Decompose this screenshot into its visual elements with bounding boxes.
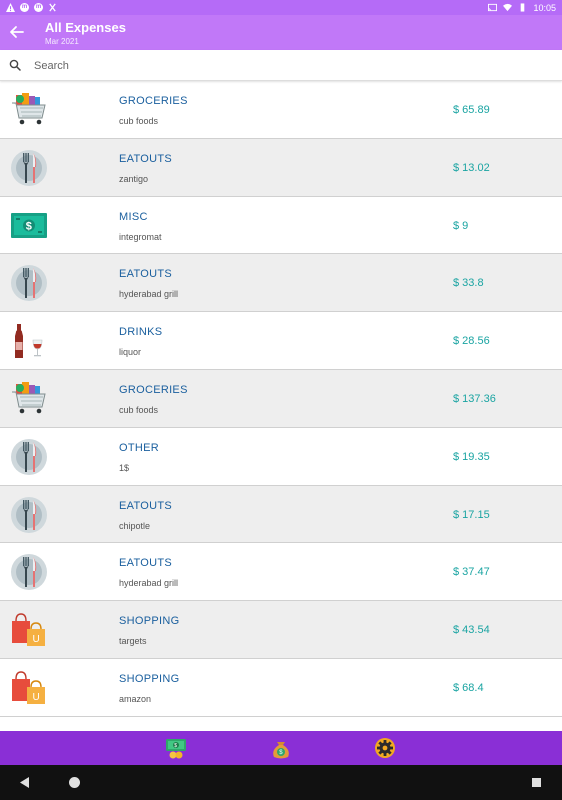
expense-amount: $ 43.54 xyxy=(453,624,490,637)
shopping-bags-icon: U xyxy=(10,611,48,649)
expense-row[interactable]: EATOUTS zantigo $ 13.02 xyxy=(0,138,562,197)
expense-row[interactable]: U SHOPPING targets $ 43.54 xyxy=(0,601,562,659)
expense-description: chipotle xyxy=(119,520,151,531)
m-icon: m xyxy=(20,3,29,12)
m-icon: m xyxy=(34,3,43,12)
expense-row[interactable]: EATOUTS hyderabad grill $ 37.47 xyxy=(0,543,562,602)
expense-amount: $ 9 xyxy=(453,219,469,232)
expense-description: amazon xyxy=(119,693,152,704)
search-bar xyxy=(0,50,562,81)
page-title: All Expenses xyxy=(45,20,126,35)
expense-description: hyderabad grill xyxy=(119,578,179,589)
recents-square-icon[interactable] xyxy=(531,777,542,788)
expense-category: SHOPPING xyxy=(119,672,180,685)
expense-description: zantigo xyxy=(119,173,149,184)
expense-row[interactable]: EATOUTS chipotle $ 17.15 xyxy=(0,485,562,544)
warning-icon xyxy=(6,3,15,12)
wifi-icon xyxy=(503,3,513,12)
expense-description: targets xyxy=(119,636,147,647)
back-triangle-icon[interactable] xyxy=(18,776,31,789)
expense-category: GROCERIES xyxy=(119,95,188,107)
expense-category: MISC xyxy=(119,210,148,223)
cast-icon xyxy=(488,3,498,12)
expenses-nav-icon[interactable]: $ xyxy=(163,735,189,761)
battery-icon xyxy=(521,3,525,12)
expense-category: GROCERIES xyxy=(119,383,188,396)
expense-amount: $ 28.56 xyxy=(453,335,490,348)
app-bar: All Expenses Mar 2021 xyxy=(0,15,562,50)
svg-text:U: U xyxy=(33,634,40,645)
grocery-cart-icon xyxy=(10,380,48,418)
expense-description: integromat xyxy=(119,231,162,242)
fork-knife-icon xyxy=(10,438,48,476)
expense-category: DRINKS xyxy=(119,326,163,339)
expense-row[interactable]: $ MISC integromat $ 9 xyxy=(0,197,562,255)
shopping-bags-icon: U xyxy=(10,669,48,707)
expense-row[interactable]: U SHOPPING amazon $ 68.4 xyxy=(0,659,562,717)
expense-amount: $ 19.35 xyxy=(453,450,490,463)
fork-knife-icon xyxy=(10,264,48,302)
expense-category: EATOUTS xyxy=(119,499,173,512)
expense-description: hyderabad grill xyxy=(119,289,179,300)
expense-category: EATOUTS xyxy=(119,557,173,570)
expense-category: EATOUTS xyxy=(119,152,173,165)
fork-knife-icon xyxy=(10,553,48,591)
expense-row[interactable]: OTHER 1$ $ 19.35 xyxy=(0,428,562,486)
bottom-nav: $ $ xyxy=(0,731,562,765)
expense-amount: $ 137.36 xyxy=(453,392,496,405)
expense-category: SHOPPING xyxy=(119,615,180,628)
expense-description: 1$ xyxy=(119,462,130,473)
fork-knife-icon xyxy=(10,496,48,534)
grocery-cart-icon xyxy=(10,91,48,129)
back-arrow-icon[interactable] xyxy=(8,23,26,41)
svg-text:$: $ xyxy=(174,743,177,749)
status-bar: m m 10:05 xyxy=(0,0,562,15)
page-subtitle: Mar 2021 xyxy=(45,37,79,46)
settings-gear-nav-icon[interactable] xyxy=(372,735,398,761)
svg-text:$: $ xyxy=(26,220,32,232)
cash-bill-icon: $ xyxy=(10,207,48,245)
system-nav-bar xyxy=(0,765,562,800)
expense-amount: $ 13.02 xyxy=(453,161,490,174)
expense-description: cub foods xyxy=(119,404,159,415)
expense-category: OTHER xyxy=(119,441,159,454)
expense-amount: $ 17.15 xyxy=(453,508,490,521)
expense-amount: $ 68.4 xyxy=(453,681,484,694)
expense-list: GROCERIES cub foods $ 65.89 EATOUTS zantigo $… xyxy=(0,81,562,731)
search-input[interactable] xyxy=(34,56,534,75)
expense-amount: $ 65.89 xyxy=(453,104,490,116)
fork-knife-icon xyxy=(10,149,48,187)
search-icon xyxy=(9,59,21,71)
wine-icon xyxy=(10,322,48,360)
expense-amount: $ 37.47 xyxy=(453,566,490,579)
expense-row[interactable]: GROCERIES cub foods $ 65.89 xyxy=(0,81,562,139)
x-icon xyxy=(49,3,56,12)
expense-description: liquor xyxy=(119,347,142,358)
expense-row[interactable]: GROCERIES cub foods $ 137.36 xyxy=(0,369,562,428)
expense-amount: $ 33.8 xyxy=(453,277,484,290)
status-time: 10:05 xyxy=(533,2,556,13)
expense-row[interactable]: EATOUTS hyderabad grill $ 33.8 xyxy=(0,254,562,313)
expense-category: EATOUTS xyxy=(119,268,173,281)
svg-text:U: U xyxy=(33,692,40,703)
expense-row[interactable]: DRINKS liquor $ 28.56 xyxy=(0,312,562,370)
notification-icons: m m xyxy=(6,3,57,12)
expense-description: cub foods xyxy=(119,116,159,126)
money-bag-nav-icon[interactable]: $ xyxy=(268,735,294,761)
home-circle-icon[interactable] xyxy=(68,776,81,789)
